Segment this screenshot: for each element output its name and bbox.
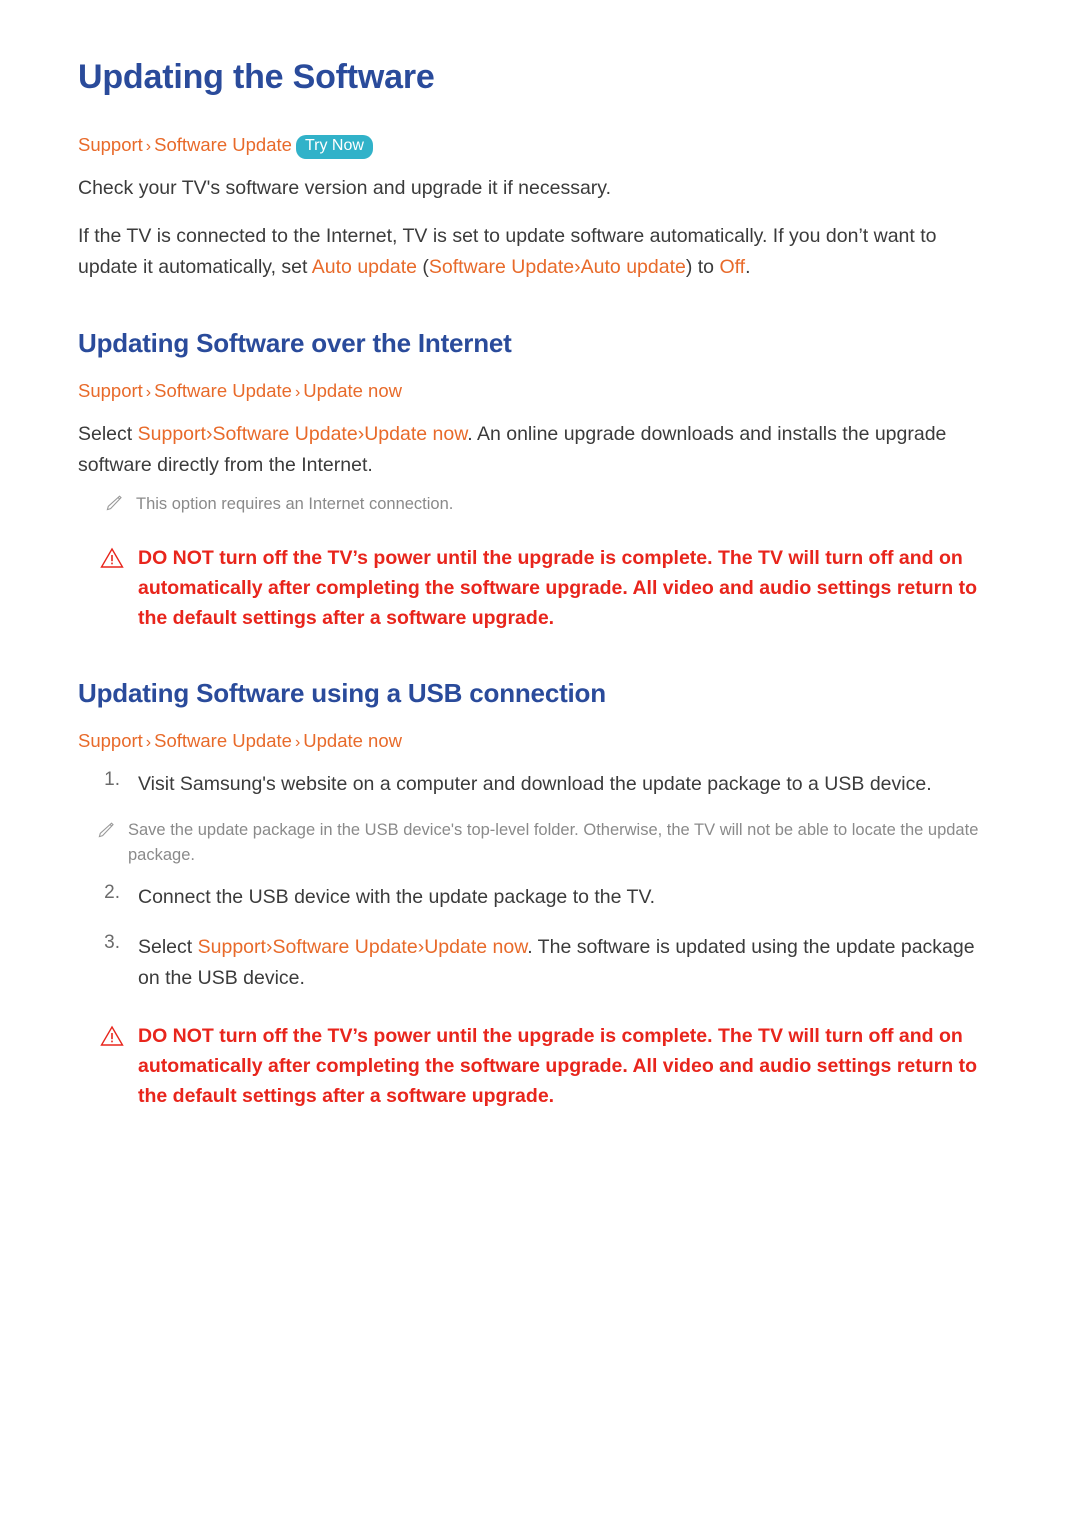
usb-steps-list-2: 2. Connect the USB device with the updat… xyxy=(78,882,1000,995)
document-page: Updating the Software Support › Software U… xyxy=(0,0,1080,1527)
note-text: Save the update package in the USB devic… xyxy=(128,821,979,865)
path-separator-icon: › xyxy=(294,383,301,401)
path-segment-software-update[interactable]: Software Update xyxy=(154,134,292,155)
section-title-usb: Updating Software using a USB connection xyxy=(78,677,606,708)
path-segment-support[interactable]: Support xyxy=(78,730,143,751)
step-number: 3. xyxy=(104,931,120,953)
step-text: Select Support›Software Update›Update no… xyxy=(138,932,1000,995)
step3-update-now-link[interactable]: Update now xyxy=(424,936,527,958)
step-text: Visit Samsung's website on a computer an… xyxy=(138,772,932,795)
menu-path-internet: Support › Software Update › Update now xyxy=(78,377,1000,405)
path-separator-icon: › xyxy=(145,733,152,751)
path-separator-icon: › xyxy=(294,733,301,751)
intro-text-c: ( xyxy=(416,256,429,279)
intro-auto-update-2[interactable]: Auto update xyxy=(581,256,686,278)
section-internet: Updating Software over the Internet Supp… xyxy=(78,328,1000,634)
path-segment-software-update[interactable]: Software Update xyxy=(154,730,292,751)
intro-text-i: . xyxy=(745,256,751,279)
list-item: 1. Visit Samsung's website on a computer… xyxy=(78,769,1000,801)
intro-paragraph-2: If the TV is connected to the Internet, … xyxy=(78,221,1000,284)
intro-auto-update-1[interactable]: Auto update xyxy=(312,256,417,278)
step3-software-update-link[interactable]: Software Update xyxy=(272,936,417,958)
step-text: Connect the USB device with the update p… xyxy=(138,885,656,908)
internet-update-now-link[interactable]: Update now xyxy=(364,423,467,445)
page-title: Updating the Software xyxy=(78,58,435,96)
menu-path-intro: Support › Software Update Try Now xyxy=(78,131,1000,159)
step-number: 2. xyxy=(104,881,120,903)
warning-usb: DO NOT turn off the TV’s power until the… xyxy=(100,1021,1000,1112)
path-segment-update-now[interactable]: Update now xyxy=(303,380,402,401)
path-segment-support[interactable]: Support xyxy=(78,380,143,401)
note-internet: This option requires an Internet connect… xyxy=(104,492,1000,517)
step-number: 1. xyxy=(104,768,120,790)
path-separator-icon: › xyxy=(145,383,152,401)
section-usb: Updating Software using a USB connection… xyxy=(78,678,1000,1112)
path-segment-update-now[interactable]: Update now xyxy=(303,730,402,751)
list-item: 3. Select Support›Software Update›Update… xyxy=(78,932,1000,995)
intro-text-g: ) to xyxy=(685,256,720,279)
note-usb-step1: Save the update package in the USB devic… xyxy=(96,818,1000,868)
menu-path-usb: Support › Software Update › Update now xyxy=(78,727,1000,755)
warning-triangle-icon xyxy=(100,1021,126,1047)
try-now-badge[interactable]: Try Now xyxy=(295,135,373,159)
warning-text: DO NOT turn off the TV’s power until the… xyxy=(138,546,977,630)
internet-software-update-link[interactable]: Software Update xyxy=(212,423,357,445)
intro-paragraph-1: Check your TV's software version and upg… xyxy=(78,177,612,199)
usb-steps-list: 1. Visit Samsung's website on a computer… xyxy=(78,769,1000,801)
internet-paragraph: Select Support›Software Update›Update no… xyxy=(78,419,1000,482)
section-title-internet: Updating Software over the Internet xyxy=(78,327,512,358)
step3-text-a: Select xyxy=(138,935,198,958)
path-segment-support[interactable]: Support xyxy=(78,134,143,155)
step3-support-link[interactable]: Support xyxy=(198,936,266,958)
internet-text-a: Select xyxy=(78,422,138,445)
note-text: This option requires an Internet connect… xyxy=(136,494,454,513)
path-separator-icon: › xyxy=(145,138,152,155)
pencil-icon xyxy=(96,818,118,846)
warning-internet: DO NOT turn off the TV’s power until the… xyxy=(100,543,1000,634)
path-segment-software-update[interactable]: Software Update xyxy=(154,380,292,401)
pencil-icon xyxy=(104,492,126,511)
intro-software-update[interactable]: Software Update xyxy=(429,256,574,278)
list-item: 2. Connect the USB device with the updat… xyxy=(78,882,1000,914)
internet-support-link[interactable]: Support xyxy=(138,423,206,445)
title-block: Updating the Software xyxy=(78,58,1000,97)
warning-text: DO NOT turn off the TV’s power until the… xyxy=(138,1024,977,1108)
intro-off-value[interactable]: Off xyxy=(719,256,745,278)
warning-triangle-icon xyxy=(100,543,126,569)
